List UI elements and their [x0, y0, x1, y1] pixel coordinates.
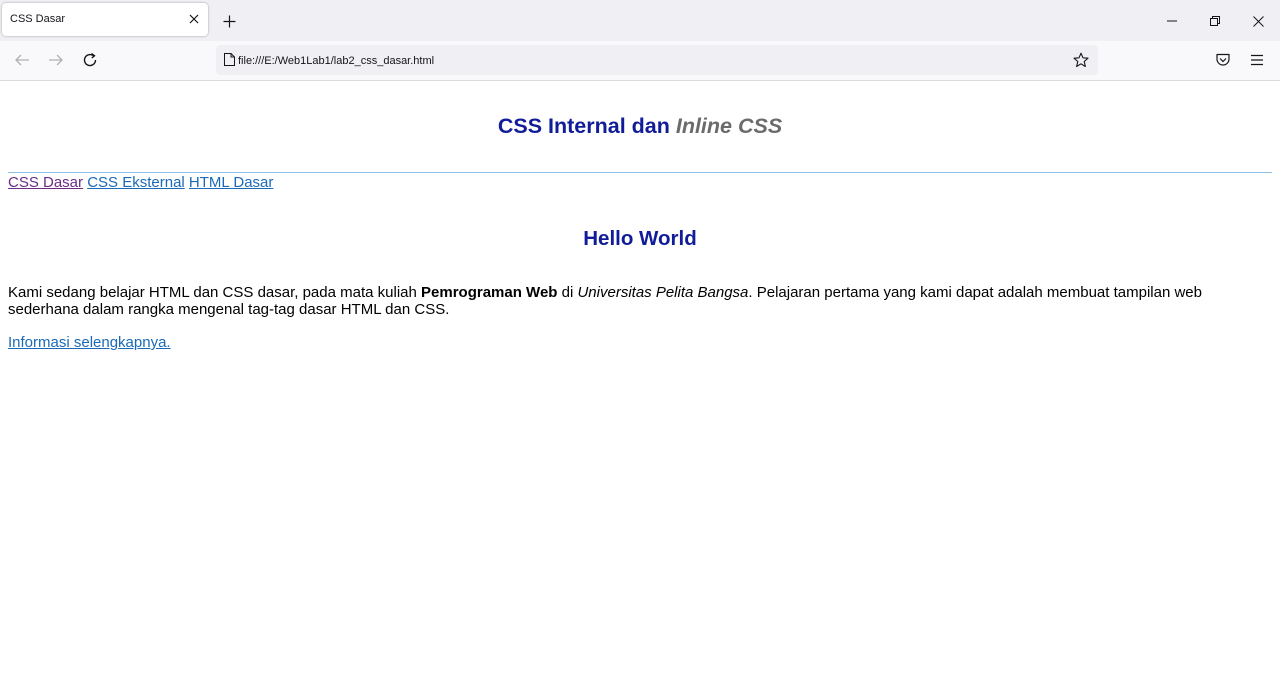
active-tab[interactable]: CSS Dasar — [2, 3, 208, 36]
divider — [8, 172, 1272, 173]
back-icon[interactable] — [11, 49, 33, 71]
forward-icon[interactable] — [45, 49, 67, 71]
tab-strip: CSS Dasar — [0, 0, 1280, 41]
page-icon — [224, 53, 235, 71]
nav-link-css-eksternal[interactable]: CSS Eksternal — [87, 174, 185, 191]
minimize-icon[interactable] — [1161, 10, 1183, 32]
nav-link-html-dasar[interactable]: HTML Dasar — [189, 174, 273, 191]
close-window-icon[interactable] — [1247, 10, 1269, 32]
hello-heading: Hello World — [583, 227, 697, 250]
restore-icon[interactable] — [1204, 10, 1226, 32]
menu-icon[interactable] — [1246, 49, 1268, 71]
more-info-link[interactable]: Informasi selengkapnya. — [8, 334, 171, 351]
nav-links: CSS Dasar CSS Eksternal HTML Dasar — [8, 174, 273, 191]
tab-title: CSS Dasar — [10, 13, 66, 25]
nav-link-css-dasar[interactable]: CSS Dasar — [8, 174, 83, 191]
pocket-icon[interactable] — [1212, 49, 1234, 71]
url-text[interactable]: file:///E:/Web1Lab1/lab2_css_dasar.html — [238, 55, 434, 67]
heading-main-text: CSS Internal dan — [497, 114, 676, 138]
new-tab-icon[interactable] — [219, 11, 239, 31]
paragraph-bold-text: Pemrograman Web — [421, 284, 558, 301]
intro-paragraph: Kami sedang belajar HTML dan CSS dasar, … — [8, 284, 1228, 318]
address-bar[interactable]: file:///E:/Web1Lab1/lab2_css_dasar.html — [216, 45, 1098, 75]
page-content: CSS Internal dan Inline CSS CSS Dasar CS… — [0, 81, 1280, 682]
paragraph-text-2: di — [557, 284, 578, 301]
paragraph-text-1: Kami sedang belajar HTML dan CSS dasar, … — [8, 284, 422, 301]
paragraph-italic-text: Universitas Pelita Bangsa — [577, 284, 749, 301]
bookmark-star-icon[interactable] — [1070, 49, 1092, 71]
heading-inline-text: Inline CSS — [675, 114, 783, 138]
close-tab-icon[interactable] — [186, 11, 202, 27]
reload-icon[interactable] — [79, 49, 101, 71]
navigation-toolbar: file:///E:/Web1Lab1/lab2_css_dasar.html — [0, 41, 1280, 81]
page-heading: CSS Internal dan Inline CSS — [0, 114, 1280, 139]
